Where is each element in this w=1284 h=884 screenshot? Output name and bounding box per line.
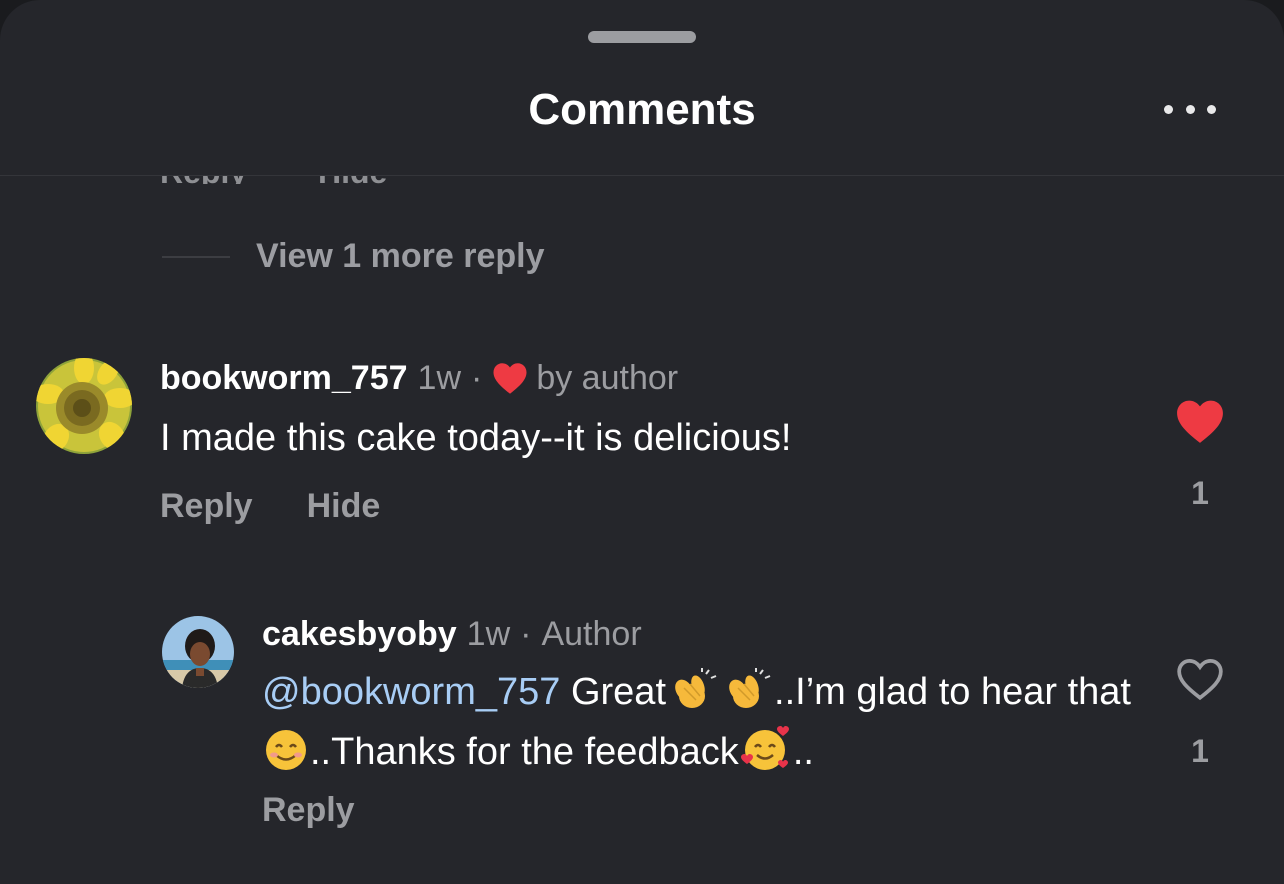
reply-button[interactable]: Reply [160, 484, 253, 528]
page-title: Comments [528, 85, 756, 134]
previous-comment-actions: Reply Hide [160, 176, 460, 184]
comment-text: I made this cake today--it is delicious! [160, 417, 792, 459]
author-badge: Author [541, 615, 642, 653]
comment-text-part: ..I’m glad to hear that [774, 671, 1131, 713]
reply-button[interactable]: Reply [262, 788, 355, 832]
like-button[interactable]: 1 [1172, 656, 1228, 771]
drag-handle[interactable] [588, 31, 696, 43]
liked-by-author-label: by author [536, 359, 679, 397]
comment-time: 1w [466, 615, 511, 653]
heart-outline-icon[interactable] [1175, 656, 1225, 707]
avatar[interactable] [162, 616, 234, 688]
clapping-hands-emoji [720, 668, 774, 724]
meta-separator: · [471, 359, 483, 397]
like-count: 1 [1191, 733, 1209, 769]
meta-separator: · [520, 615, 532, 653]
comment-text-part: Great [560, 671, 667, 713]
comment-text-part: .. [792, 731, 814, 773]
comment-time: 1w [417, 359, 461, 397]
username[interactable]: cakesbyoby [262, 612, 457, 656]
comment-text: @bookworm_757 Great ..I’m glad to hear th… [262, 668, 1162, 784]
hide-button[interactable]: Hide [307, 484, 381, 528]
comment-actions: Reply [262, 788, 355, 832]
comment-meta: cakesbyoby 1w · Author [262, 612, 642, 656]
clapping-hands-emoji [666, 668, 720, 724]
comment-text-part: ..Thanks for the feedback [310, 731, 739, 773]
heart-filled-icon[interactable] [1175, 398, 1225, 449]
previous-hide-button[interactable]: Hide [318, 176, 387, 184]
comments-sheet: Comments Reply Hide View 1 more reply b [0, 0, 1284, 884]
view-more-replies-button[interactable]: View 1 more reply [256, 234, 545, 278]
view-replies-line [162, 256, 230, 258]
like-count: 1 [1191, 475, 1209, 511]
comment-actions: Reply Hide [160, 484, 380, 528]
smiling-face-emoji [262, 728, 310, 784]
like-button[interactable]: 1 [1172, 398, 1228, 513]
more-icon[interactable] [1160, 94, 1220, 124]
previous-reply-button[interactable]: Reply [160, 176, 247, 184]
comment-meta: bookworm_757 1w · by author [160, 356, 678, 400]
heart-filled-icon [492, 361, 528, 395]
avatar[interactable] [36, 358, 132, 454]
username[interactable]: bookworm_757 [160, 356, 408, 400]
smiling-face-with-hearts-emoji [739, 724, 793, 784]
mention-link[interactable]: @bookworm_757 [262, 671, 560, 713]
